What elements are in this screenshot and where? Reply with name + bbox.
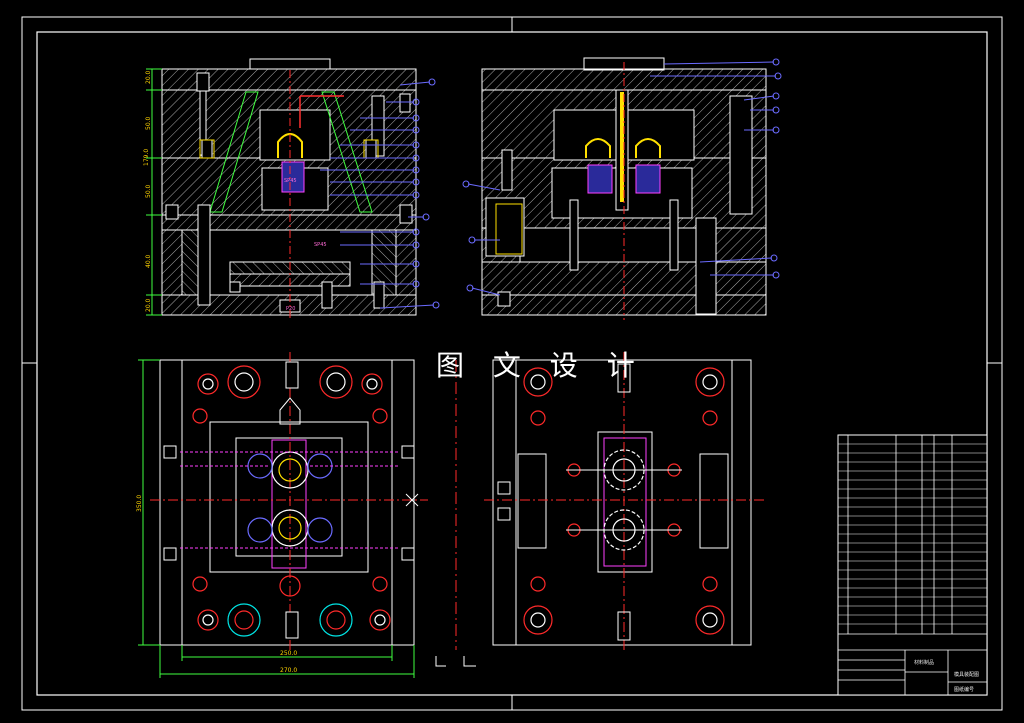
top-plan-view: 350.0 250.0 270.0 <box>136 352 428 678</box>
dim-side-3: 50.0 <box>145 184 152 198</box>
dim-side-2: 50.0 <box>145 116 152 130</box>
dim-side-1: 20.0 <box>145 70 152 84</box>
dim-width-outer: 270.0 <box>280 667 297 674</box>
dim-height-overall: 350.0 <box>136 495 143 512</box>
dim-side-4: 40.0 <box>145 254 152 268</box>
bottom-plan-view <box>484 352 764 650</box>
watermark-text: 图 文 设 计 <box>436 349 645 382</box>
plate-mark-label: P20 <box>286 306 295 312</box>
title-block-drawing: 模具装配图 <box>954 671 979 678</box>
dim-side-5: 20.0 <box>145 298 152 312</box>
front-section-view: 20.0 50.0 50.0 40.0 20.0 179.0 SP45 SP45… <box>143 58 440 320</box>
title-block-name: 材料制品 <box>914 659 934 666</box>
center-mark-label: SP45 <box>314 242 327 248</box>
cavity-mark-label: SP45 <box>284 178 297 184</box>
title-block: 材料制品 模具装配图 图纸编号 <box>837 434 988 696</box>
dim-width-inner: 250.0 <box>280 650 297 657</box>
section-marks <box>435 656 476 667</box>
title-block-number: 图纸编号 <box>954 686 974 693</box>
dim-side-total: 179.0 <box>143 149 150 166</box>
side-section-view <box>462 57 782 320</box>
